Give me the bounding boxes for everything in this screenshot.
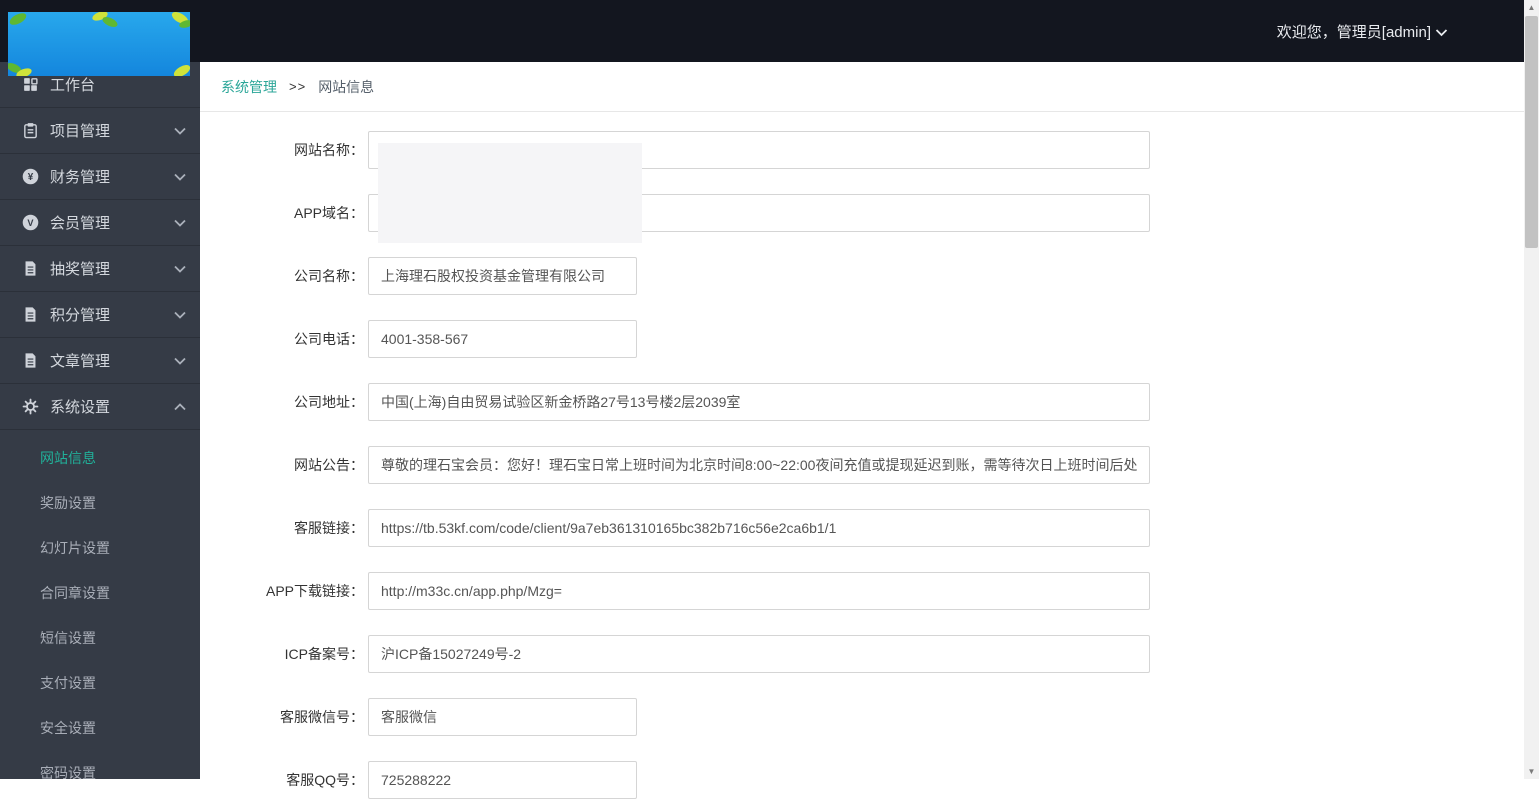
customer-qq-input[interactable] bbox=[368, 761, 637, 799]
sidebar-item-label: 项目管理 bbox=[50, 123, 111, 140]
sidebar-subitem-security-settings[interactable]: 安全设置 bbox=[0, 706, 200, 751]
chevron-down-icon bbox=[174, 127, 186, 135]
breadcrumb-section-link[interactable]: 系统管理 bbox=[221, 77, 277, 97]
sidebar-item-points[interactable]: 积分管理 bbox=[0, 292, 200, 338]
chevron-down-icon bbox=[174, 173, 186, 181]
field-label: 公司电话： bbox=[294, 331, 364, 347]
sidebar-item-label: 文章管理 bbox=[50, 353, 111, 370]
sidebar-item-label: 抽奖管理 bbox=[50, 261, 111, 278]
sidebar-subitem-password-settings[interactable]: 密码设置 bbox=[0, 751, 200, 796]
form-row-wechat-id: 客服微信号： bbox=[200, 698, 1524, 736]
form-row-qq-number: 客服QQ号： bbox=[200, 761, 1524, 799]
member-circle-icon: V bbox=[22, 214, 39, 231]
topbar: 欢迎您，管理员[admin] bbox=[0, 0, 1524, 62]
sidebar-item-label: 工作台 bbox=[50, 77, 96, 94]
sidebar-subitem-slideshow-settings[interactable]: 幻灯片设置 bbox=[0, 526, 200, 571]
field-label: 客服微信号： bbox=[280, 709, 364, 725]
scroll-up-arrow-icon[interactable]: ▲ bbox=[1524, 0, 1539, 15]
sidebar-subitem-site-info[interactable]: 网站信息 bbox=[0, 436, 200, 481]
scrollbar-thumb[interactable] bbox=[1525, 16, 1538, 248]
sidebar-item-label: 会员管理 bbox=[50, 215, 111, 232]
chevron-up-icon bbox=[174, 402, 186, 411]
sidebar-item-label: 财务管理 bbox=[50, 169, 111, 186]
customer-service-link-input[interactable] bbox=[368, 509, 1150, 547]
site-notice-input[interactable] bbox=[368, 446, 1150, 484]
scroll-down-arrow-icon[interactable]: ▼ bbox=[1524, 764, 1539, 779]
customer-wechat-input[interactable] bbox=[368, 698, 637, 736]
sidebar-subitem-reward-settings[interactable]: 奖励设置 bbox=[0, 481, 200, 526]
clipboard-icon bbox=[22, 122, 39, 139]
company-address-input[interactable] bbox=[368, 383, 1150, 421]
form-row-site-notice: 网站公告： bbox=[200, 446, 1524, 484]
yen-circle-icon: ¥ bbox=[22, 168, 39, 185]
sidebar-item-projects[interactable]: 项目管理 bbox=[0, 108, 200, 154]
sidebar-item-members[interactable]: V 会员管理 bbox=[0, 200, 200, 246]
breadcrumb: 系统管理 >> 网站信息 bbox=[200, 62, 1524, 112]
form-row-company-phone: 公司电话： bbox=[200, 320, 1524, 358]
site-logo bbox=[6, 11, 193, 78]
field-label: 公司地址： bbox=[294, 394, 364, 410]
company-phone-input[interactable] bbox=[368, 320, 637, 358]
form-row-company-address: 公司地址： bbox=[200, 383, 1524, 421]
field-label: 客服QQ号： bbox=[286, 772, 364, 788]
sidebar-item-system-settings[interactable]: 系统设置 bbox=[0, 384, 200, 430]
sidebar-item-lottery[interactable]: 抽奖管理 bbox=[0, 246, 200, 292]
sidebar-item-finance[interactable]: ¥ 财务管理 bbox=[0, 154, 200, 200]
icp-number-input[interactable] bbox=[368, 635, 1150, 673]
form-row-customer-service-link: 客服链接： bbox=[200, 509, 1524, 547]
breadcrumb-separator: >> bbox=[289, 79, 307, 94]
field-label: APP下载链接： bbox=[265, 583, 364, 599]
chevron-down-icon bbox=[174, 219, 186, 227]
breadcrumb-current-page: 网站信息 bbox=[318, 78, 375, 95]
redaction-overlay bbox=[378, 143, 642, 243]
field-label: 公司名称： bbox=[294, 268, 364, 284]
chevron-down-icon bbox=[174, 357, 186, 365]
gear-icon bbox=[22, 398, 39, 415]
chevron-down-icon bbox=[1435, 29, 1448, 37]
scrollbar[interactable]: ▲ ▼ bbox=[1524, 0, 1539, 779]
field-label: 网站公告： bbox=[294, 457, 364, 473]
grid-icon bbox=[22, 76, 39, 93]
sidebar-subitem-payment-settings[interactable]: 支付设置 bbox=[0, 661, 200, 706]
field-label: APP域名： bbox=[293, 205, 364, 221]
sidebar-subitem-contract-seal-settings[interactable]: 合同章设置 bbox=[0, 571, 200, 616]
field-label: ICP备案号： bbox=[284, 646, 364, 662]
sidebar-item-label: 系统设置 bbox=[50, 399, 111, 416]
system-settings-submenu: 网站信息 奖励设置 幻灯片设置 合同章设置 短信设置 支付设置 安全设置 密码设… bbox=[0, 430, 200, 796]
welcome-text: 欢迎您，管理员[admin] bbox=[1276, 23, 1431, 41]
company-name-input[interactable] bbox=[368, 257, 637, 295]
sidebar: 工作台 项目管理 ¥ 财务管理 V 会员管理 抽奖管理 积分管理 文章管理 系统… bbox=[0, 62, 200, 781]
document-icon bbox=[22, 260, 39, 277]
document-icon bbox=[22, 306, 39, 323]
sidebar-item-label: 积分管理 bbox=[50, 307, 111, 324]
form-row-company-name: 公司名称： bbox=[200, 257, 1524, 295]
form-row-app-download-link: APP下载链接： bbox=[200, 572, 1524, 610]
field-label: 客服链接： bbox=[294, 520, 364, 536]
chevron-down-icon bbox=[174, 265, 186, 273]
svg-text:V: V bbox=[27, 218, 34, 228]
document-icon bbox=[22, 352, 39, 369]
chevron-down-icon bbox=[174, 311, 186, 319]
svg-text:¥: ¥ bbox=[28, 172, 34, 183]
field-label: 网站名称： bbox=[294, 142, 364, 158]
sidebar-subitem-sms-settings[interactable]: 短信设置 bbox=[0, 616, 200, 661]
form-row-icp-number: ICP备案号： bbox=[200, 635, 1524, 673]
user-menu[interactable]: 欢迎您，管理员[admin] bbox=[1277, 0, 1448, 62]
app-download-link-input[interactable] bbox=[368, 572, 1150, 610]
sidebar-item-articles[interactable]: 文章管理 bbox=[0, 338, 200, 384]
